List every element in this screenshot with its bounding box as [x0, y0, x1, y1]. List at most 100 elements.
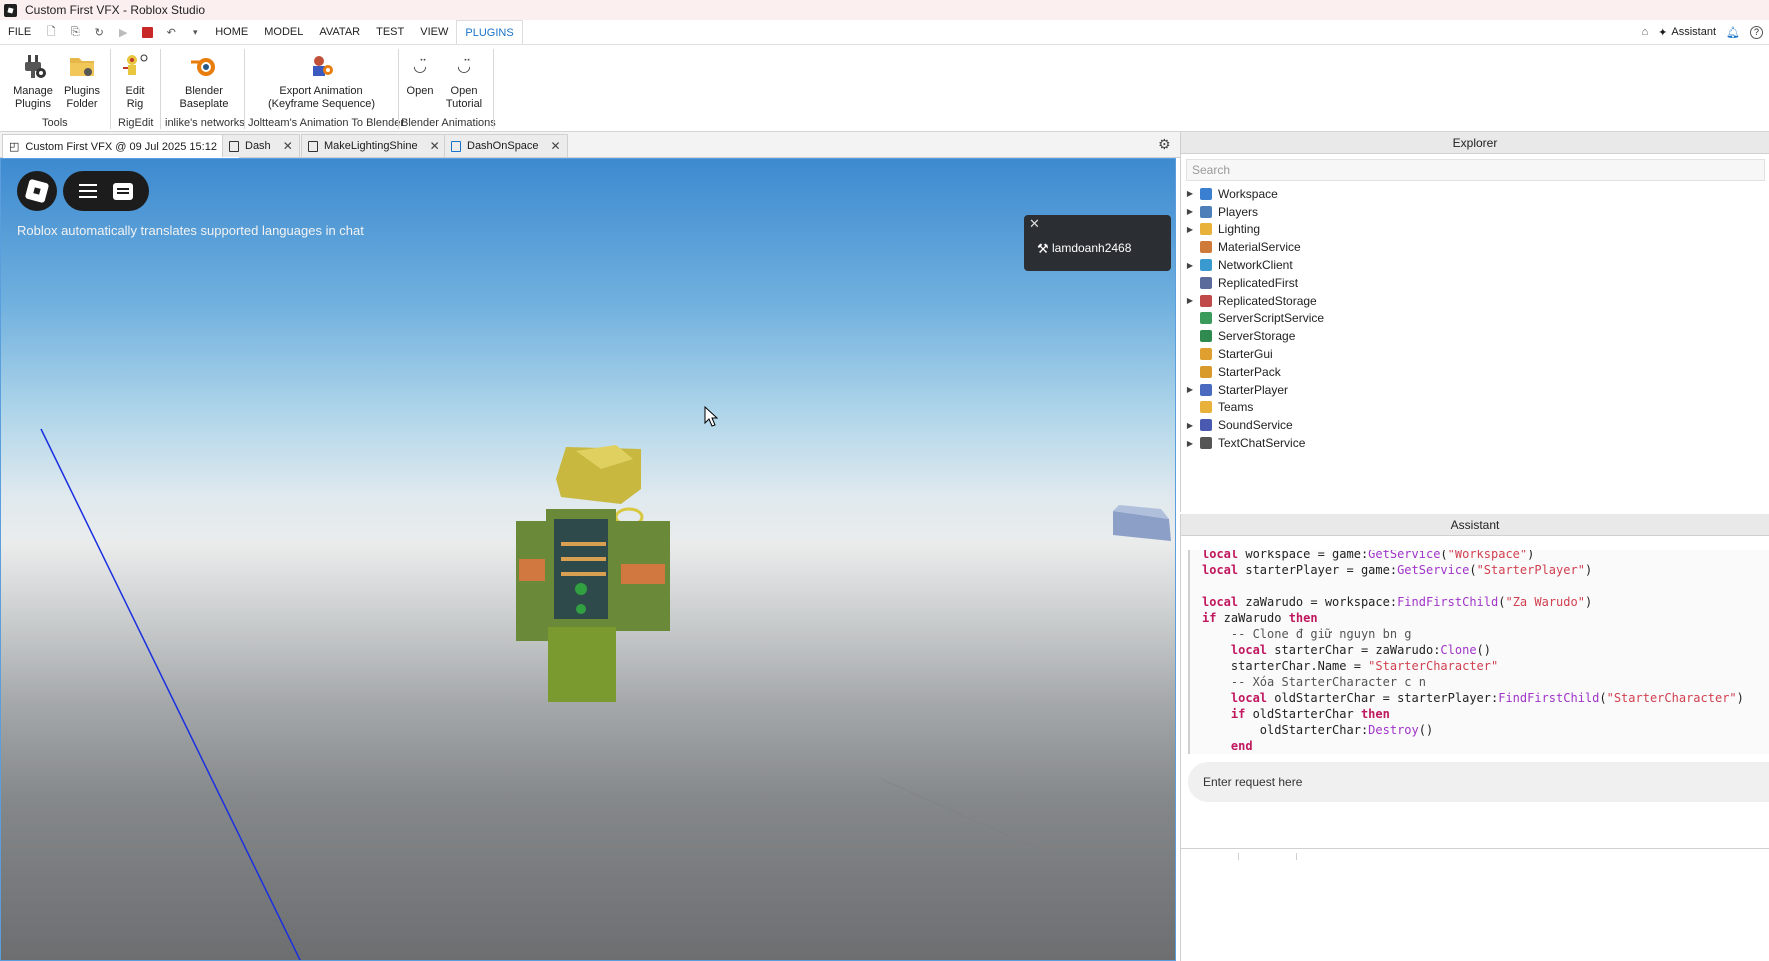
roblox-logo-icon — [24, 178, 50, 204]
expand-arrow-icon[interactable]: ▶ — [1181, 385, 1195, 394]
quick-access-dropdown-icon[interactable]: ▾ — [188, 25, 202, 39]
explorer-item-serverscriptservice[interactable]: ServerScriptService — [1181, 310, 1769, 328]
expand-arrow-icon[interactable]: ▶ — [1181, 439, 1195, 448]
blender-baseplate-button[interactable]: Blender Baseplate — [178, 51, 230, 111]
tab-dashonspace[interactable]: DashOnSpace ✕ — [444, 134, 568, 157]
explorer-item-soundservice[interactable]: ▶ SoundService — [1181, 416, 1769, 434]
code-line: local workspace = game:GetService("Works… — [1202, 550, 1535, 561]
edit-rig-button[interactable]: Edit Rig — [116, 51, 154, 111]
explorer-item-starterpack[interactable]: StarterPack — [1181, 363, 1769, 381]
explorer-item-label: NetworkClient — [1218, 258, 1293, 273]
place-icon: ◰ — [9, 141, 20, 153]
explorer-item-serverstorage[interactable]: ServerStorage — [1181, 327, 1769, 345]
explorer-item-label: Workspace — [1218, 186, 1278, 201]
menu-bar: FILE 🗋 ⎘ ↻ ▶ ↶ ▾ HOME MODEL AVATAR TEST … — [0, 20, 1769, 44]
manage-plugins-label: Manage Plugins — [13, 85, 53, 110]
explorer-item-workspace[interactable]: ▶ Workspace — [1181, 185, 1769, 203]
gear-icon[interactable]: ⚙ — [1158, 136, 1174, 152]
code-line: local oldStarterChar = starterPlayer:Fin… — [1230, 691, 1744, 705]
explorer-item-players[interactable]: ▶ Players — [1181, 203, 1769, 221]
undo-icon[interactable]: ↶ — [164, 25, 178, 39]
folder-plug-icon — [67, 51, 97, 81]
explorer-item-startergui[interactable]: StarterGui — [1181, 345, 1769, 363]
plugins-folder-button[interactable]: Plugins Folder — [62, 51, 102, 111]
chat-translate-notice: Roblox automatically translates supporte… — [17, 223, 364, 238]
open-label: Open — [406, 85, 434, 97]
explorer-search-input[interactable]: Search — [1186, 159, 1765, 181]
roblox-menu-button[interactable] — [17, 171, 57, 211]
explorer-item-replicatedfirst[interactable]: ReplicatedFirst — [1181, 274, 1769, 292]
code-line: local starterPlayer = game:GetService("S… — [1202, 563, 1593, 577]
group-label-rigedit: RigEdit — [118, 117, 154, 129]
tab-makelightingshine[interactable]: MakeLightingShine ✕ — [301, 134, 447, 157]
explorer-item-teams[interactable]: Teams — [1181, 399, 1769, 417]
expand-arrow-icon[interactable]: ▶ — [1181, 261, 1195, 270]
tab-place[interactable]: ◰ Custom First VFX @ 09 Jul 2025 15:12 ✕ — [2, 134, 240, 158]
expand-arrow-icon[interactable]: ▶ — [1181, 225, 1195, 234]
smile-face-icon: ◡̈ — [457, 57, 471, 75]
lighting-service-icon — [1200, 223, 1212, 236]
menu-file[interactable]: FILE — [0, 20, 39, 44]
explorer-item-starterplayer[interactable]: ▶ StarterPlayer — [1181, 381, 1769, 399]
open-file-icon[interactable]: ⎘ — [68, 25, 82, 39]
help-icon[interactable]: ? — [1750, 25, 1763, 39]
expand-arrow-icon[interactable]: ▶ — [1181, 189, 1195, 198]
open-tutorial-button[interactable]: ◡̈ Open Tutorial — [442, 51, 486, 111]
character-model[interactable] — [516, 445, 670, 702]
explorer-item-networkclient[interactable]: ▶ NetworkClient — [1181, 256, 1769, 274]
play-icon[interactable]: ▶ — [116, 25, 130, 39]
hamburger-menu-icon[interactable] — [79, 184, 97, 198]
menu-home[interactable]: HOME — [207, 20, 256, 44]
replicatedfirst-service-icon — [1200, 276, 1212, 289]
new-file-icon[interactable]: 🗋 — [44, 25, 58, 39]
redo-icon[interactable]: ↻ — [92, 25, 106, 39]
chat-icon[interactable] — [113, 182, 133, 200]
assistant-button[interactable]: ✦ Assistant — [1658, 26, 1716, 39]
teams-service-icon — [1200, 401, 1212, 414]
tab-label: MakeLightingShine — [324, 140, 418, 152]
stop-icon[interactable] — [140, 25, 154, 39]
close-icon[interactable]: ✕ — [1029, 216, 1040, 232]
assistant-code-block[interactable]: local workspace = game:GetService("Works… — [1188, 550, 1769, 754]
explorer-item-lighting[interactable]: ▶ Lighting — [1181, 221, 1769, 239]
explorer-item-materialservice[interactable]: MaterialService — [1181, 238, 1769, 256]
close-icon[interactable]: ✕ — [283, 139, 293, 153]
rig-edit-icon — [120, 51, 150, 81]
bottom-tab[interactable] — [1181, 853, 1239, 860]
code-line: -- Clone đ giữ nguyn bn g — [1202, 627, 1412, 641]
game-menu-pill — [63, 171, 149, 211]
export-animation-button[interactable]: Export Animation (Keyframe Sequence) — [268, 51, 375, 111]
menu-model[interactable]: MODEL — [256, 20, 311, 44]
notification-bell-icon[interactable]: 🔔︎ — [1726, 26, 1740, 39]
menu-test[interactable]: TEST — [368, 20, 412, 44]
explorer-item-label: ServerScriptService — [1218, 311, 1325, 326]
menu-view[interactable]: VIEW — [412, 20, 456, 44]
assistant-request-input[interactable]: Enter request here — [1188, 762, 1769, 802]
expand-arrow-icon[interactable]: ▶ — [1181, 207, 1195, 216]
menu-avatar[interactable]: AVATAR — [311, 20, 368, 44]
explorer-item-label: Teams — [1218, 400, 1254, 415]
starterpack-service-icon — [1200, 365, 1212, 378]
player-name[interactable]: lamdoanh2468 — [1052, 241, 1131, 255]
expand-arrow-icon[interactable]: ▶ — [1181, 421, 1195, 430]
assistant-button-label: Assistant — [1671, 26, 1717, 38]
assistant-title: Assistant — [1181, 514, 1769, 536]
manage-plugins-button[interactable]: Manage Plugins — [12, 51, 54, 111]
close-icon[interactable]: ✕ — [430, 139, 440, 153]
tab-dash[interactable]: Dash ✕ — [222, 134, 300, 157]
explorer-panel: Explorer Search ▶ Workspace ▶ Players ▶ Light… — [1180, 132, 1769, 512]
3d-viewport[interactable]: Roblox automatically translates supporte… — [0, 158, 1176, 961]
expand-arrow-icon[interactable]: ▶ — [1181, 296, 1195, 305]
bottom-tab[interactable] — [1239, 853, 1297, 860]
group-separator — [398, 49, 399, 129]
cloud-icon[interactable]: ⌂ — [1642, 26, 1649, 38]
blender-logo-icon — [189, 51, 219, 81]
open-button[interactable]: ◡̈ Open — [404, 51, 436, 98]
code-line: oldStarterChar:Destroy() — [1202, 723, 1434, 737]
explorer-item-replicatedstorage[interactable]: ▶ ReplicatedStorage — [1181, 292, 1769, 310]
players-service-icon — [1200, 205, 1212, 218]
explorer-item-textchatservice[interactable]: ▶ TextChatService — [1181, 434, 1769, 452]
menu-plugins[interactable]: PLUGINS — [456, 20, 523, 44]
close-icon[interactable]: ✕ — [551, 139, 561, 153]
explorer-item-label: StarterGui — [1218, 347, 1273, 362]
